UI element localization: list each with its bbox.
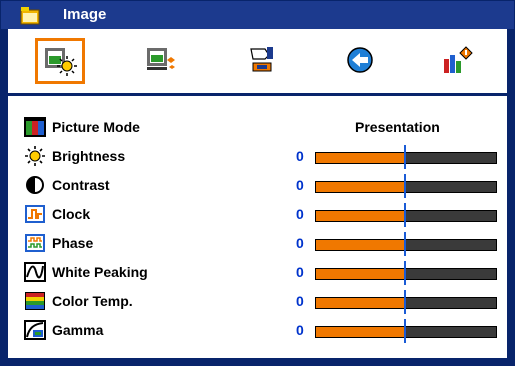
color-bars-icon <box>24 117 46 137</box>
white-peaking-row[interactable]: White Peaking 0 <box>8 258 507 287</box>
color-temp-label: Color Temp. <box>52 293 133 309</box>
window-title: Image <box>63 6 107 23</box>
tab-info[interactable] <box>433 38 481 82</box>
color-temp-slider[interactable] <box>315 297 497 309</box>
gamma-value: 0 <box>296 322 304 338</box>
phase-slider-handle[interactable] <box>404 232 406 256</box>
white-peaking-slider[interactable] <box>315 268 497 280</box>
clock-label: Clock <box>52 206 91 222</box>
color-temp-value: 0 <box>296 293 304 309</box>
brightness-slider[interactable] <box>315 152 497 164</box>
clock-slider-handle[interactable] <box>404 203 406 227</box>
contrast-slider-handle[interactable] <box>404 174 406 198</box>
picture-mode-row[interactable]: Picture Mode Presentation <box>8 113 507 142</box>
globe-arrow-icon <box>347 47 373 73</box>
picture-mode-value[interactable]: Presentation <box>355 119 440 135</box>
brightness-value: 0 <box>296 148 304 164</box>
brightness-slider-handle[interactable] <box>404 145 406 169</box>
phase-slider[interactable] <box>315 239 497 251</box>
color-temp-slider-fill <box>316 298 406 308</box>
image-sun-icon <box>45 48 77 76</box>
phase-value: 0 <box>296 235 304 251</box>
gamma-row[interactable]: Gamma 0 <box>8 316 507 345</box>
screen-settings-icon <box>147 48 175 70</box>
tab-display[interactable] <box>136 38 184 82</box>
white-peaking-slider-fill <box>316 269 406 279</box>
gamma-slider-handle[interactable] <box>404 319 406 343</box>
title-bar: Image <box>1 1 514 29</box>
menu-tab-bar <box>8 29 507 93</box>
osd-window: Image Picture Mode Presentation Brightne… <box>0 0 515 366</box>
phase-wave-icon <box>25 234 45 252</box>
tab-options[interactable] <box>336 38 384 82</box>
brightness-row[interactable]: Brightness 0 <box>8 142 507 171</box>
phase-row[interactable]: Phase 0 <box>8 229 507 258</box>
contrast-slider-fill <box>316 182 406 192</box>
clock-wave-icon <box>25 205 45 223</box>
gamma-curve-icon <box>24 320 46 340</box>
white-peaking-label: White Peaking <box>52 264 148 280</box>
clock-slider[interactable] <box>315 210 497 222</box>
phase-label: Phase <box>52 235 94 251</box>
contrast-label: Contrast <box>52 177 110 193</box>
gamma-slider-fill <box>316 327 406 337</box>
white-peaking-value: 0 <box>296 264 304 280</box>
tab-image[interactable] <box>35 38 85 84</box>
picture-mode-label: Picture Mode <box>52 119 140 135</box>
color-stripes-icon <box>25 292 45 310</box>
gamma-slider[interactable] <box>315 326 497 338</box>
clock-slider-fill <box>316 211 406 221</box>
clock-row[interactable]: Clock 0 <box>8 200 507 229</box>
gamma-label: Gamma <box>52 322 104 338</box>
contrast-value: 0 <box>296 177 304 193</box>
color-temp-row[interactable]: Color Temp. 0 <box>8 287 507 316</box>
hand-wrench-icon <box>250 47 273 72</box>
tab-setup[interactable] <box>238 38 286 82</box>
curve-icon <box>24 262 46 282</box>
contrast-slider[interactable] <box>315 181 497 193</box>
contrast-row[interactable]: Contrast 0 <box>8 171 507 200</box>
brightness-label: Brightness <box>52 148 126 164</box>
bars-info-icon <box>444 46 473 73</box>
color-temp-slider-handle[interactable] <box>404 290 406 314</box>
white-peaking-slider-handle[interactable] <box>404 261 406 285</box>
brightness-slider-fill <box>316 153 406 163</box>
phase-slider-fill <box>316 240 406 250</box>
settings-panel: Picture Mode Presentation Brightness 0 Con… <box>8 96 507 358</box>
sun-icon <box>25 146 45 166</box>
clock-value: 0 <box>296 206 304 222</box>
half-circle-icon <box>26 176 44 194</box>
menu-folder-icon <box>20 7 40 25</box>
